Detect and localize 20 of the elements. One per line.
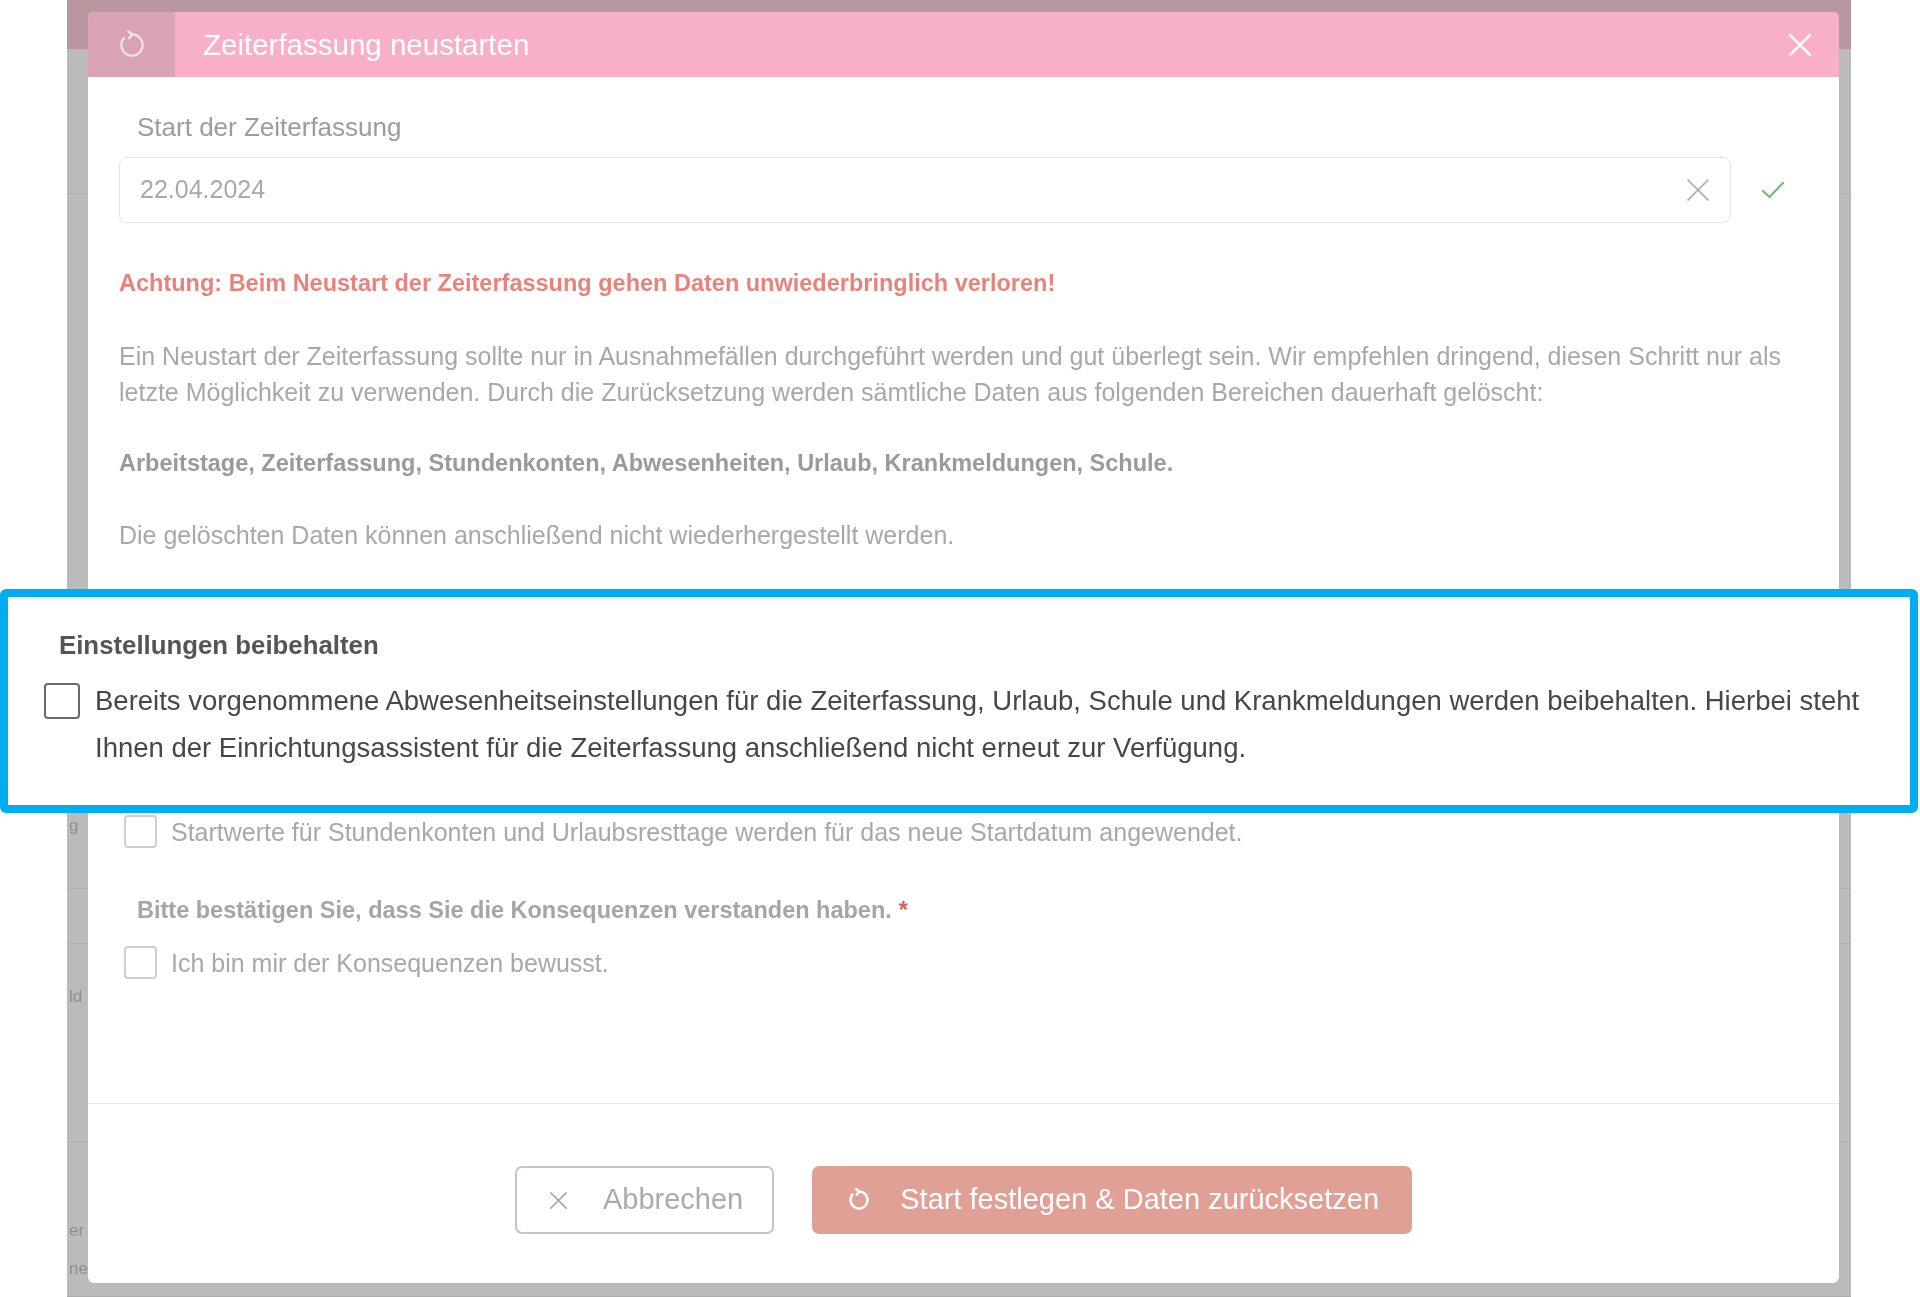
- x-icon: [549, 1191, 567, 1209]
- checkbox-label: Bereits vorgenommene Abwesenheitseinstellungen für die Zeiterfassung, Urlaub, Schule und Krankmeldungen werden beibehalten. Hierbei steht Ihnen der Einrichtungsassistent für die Zeiterfassung anschließend nicht erneut zur Verfügung.: [95, 684, 1861, 765]
- restart-icon: [847, 1188, 872, 1212]
- note-text: Die gelöschten Daten können anschließend nicht wiederhergestellt werden.: [119, 519, 955, 551]
- required-mark: *: [898, 896, 908, 924]
- highlight-title: Einstellungen beibehalten: [59, 630, 379, 660]
- checkbox[interactable]: [44, 683, 80, 719]
- dialog-title: Zeiterfassung neustarten: [203, 27, 530, 62]
- close-icon[interactable]: [1789, 33, 1811, 56]
- reset-button[interactable]: Start festlegen & Daten zurücksetzen: [812, 1166, 1412, 1234]
- checkbox-label: Ich bin mir der Konsequenzen bewusst.: [171, 947, 609, 978]
- field-label: Start der Zeiterfassung: [136, 112, 402, 142]
- warning-text: Achtung: Beim Neustart der Zeiterfassung gehen Daten unwiederbringlich verloren!: [119, 268, 1056, 297]
- clear-icon[interactable]: [1687, 178, 1709, 201]
- cancel-button[interactable]: Abbrechen: [514, 1166, 775, 1234]
- description-text: Ein Neustart der Zeiterfassung sollte nur in Ausnahmefällen durchgeführt werden und gut überlegt sein. Wir empfehlen dringend, diesen Schritt nur als letzte Möglichkeit zu verwenden. Durch die Zurücksetzung werden sämtliche Daten aus folgenden Bereichen dauerhaft gelöscht:: [119, 341, 1783, 408]
- checkbox-label: Startwerte für Stundenkonten und Urlaubsresttage werden für das neue Startdatum angewendet.: [171, 816, 1243, 847]
- affected-areas-text: Arbeitstage, Zeiterfassung, Stundenkonten, Abwesenheiten, Urlaub, Krankmeldungen, Schule.: [119, 449, 1174, 478]
- section-label: Bitte bestätigen Sie, dass Sie die Konsequenzen verstanden haben.: [137, 896, 892, 924]
- date-input[interactable]: 22.04.2024: [119, 156, 1731, 223]
